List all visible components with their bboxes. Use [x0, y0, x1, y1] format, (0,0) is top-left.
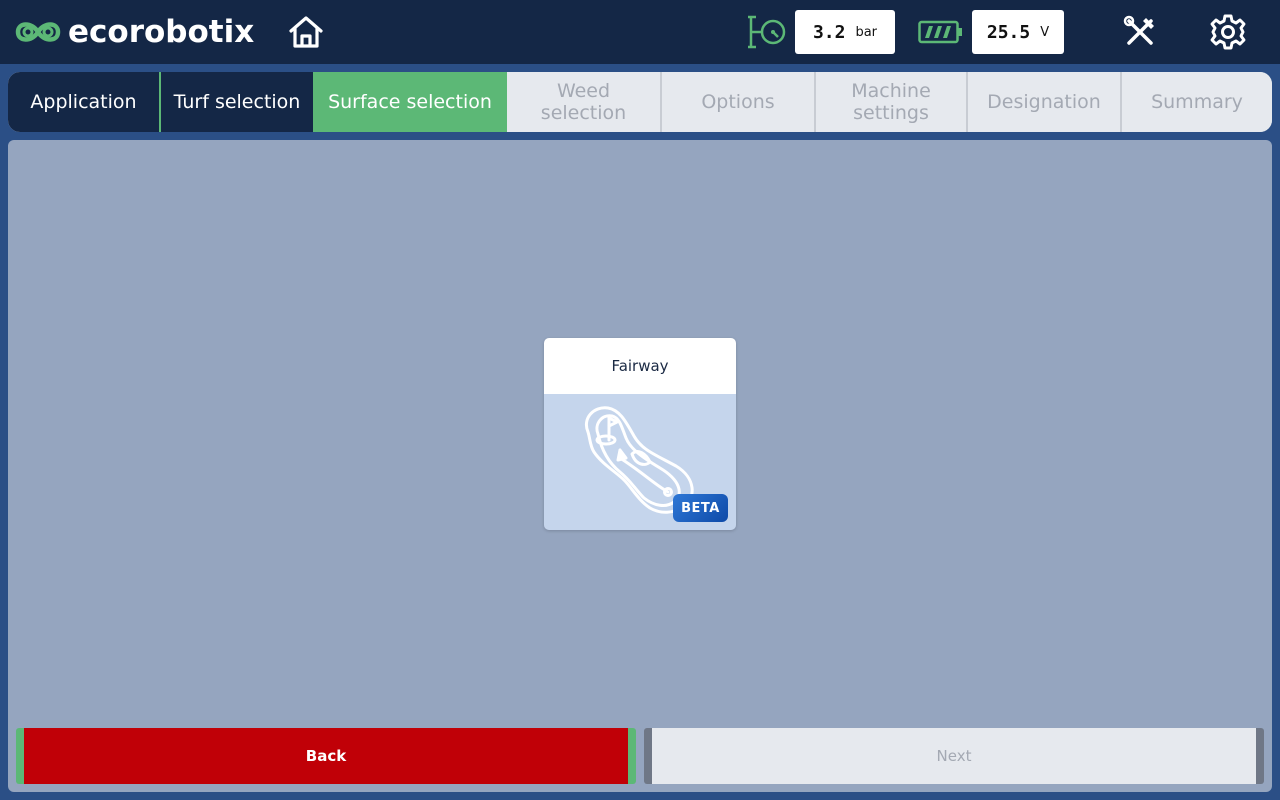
- tab-summary[interactable]: Summary: [1120, 72, 1272, 132]
- battery-icon: [918, 20, 962, 44]
- tab-label: Weed selection: [540, 80, 627, 124]
- surface-card-fairway[interactable]: Fairway BETA: [544, 338, 736, 530]
- home-button[interactable]: [286, 12, 326, 52]
- tools-icon: [1123, 15, 1154, 45]
- tab-options[interactable]: Options: [660, 72, 814, 132]
- tab-machine-settings[interactable]: Machine settings: [814, 72, 966, 132]
- settings-button[interactable]: [1208, 12, 1248, 52]
- tab-label: Summary: [1151, 91, 1243, 113]
- voltage-value: 25.5: [986, 21, 1031, 43]
- brand-name: ecorobotix: [68, 14, 255, 50]
- tab-label: Application: [30, 91, 137, 113]
- home-icon: [289, 16, 323, 48]
- gear-icon: [1210, 14, 1246, 50]
- next-button[interactable]: Next: [644, 728, 1264, 784]
- tab-weed-selection[interactable]: Weed selection: [507, 72, 660, 132]
- tab-label: Designation: [987, 91, 1101, 113]
- tab-designation[interactable]: Designation: [966, 72, 1120, 132]
- beta-badge: BETA: [673, 494, 728, 522]
- wizard-steps: Application Turf selection Surface selec…: [8, 72, 1272, 132]
- pressure-readout: 3.2 bar: [795, 10, 895, 54]
- top-bar: ecorobotix 3.2 bar 25.5 V: [0, 0, 1280, 64]
- tab-turf-selection[interactable]: Turf selection: [159, 72, 313, 132]
- back-button[interactable]: Back: [16, 728, 636, 784]
- surface-selection-panel: Fairway BETA: [8, 140, 1272, 792]
- tab-label: Turf selection: [173, 91, 301, 113]
- ecorobotix-logo-icon: [15, 22, 61, 42]
- voltage-readout: 25.5 V: [972, 10, 1064, 54]
- brand-logo: ecorobotix: [14, 12, 254, 52]
- tools-button[interactable]: [1122, 14, 1158, 50]
- tab-label: Machine settings: [851, 80, 931, 124]
- tab-label: Surface selection: [328, 91, 492, 113]
- tab-application[interactable]: Application: [8, 72, 159, 132]
- tab-surface-selection[interactable]: Surface selection: [313, 72, 507, 132]
- surface-card-image: BETA: [544, 394, 736, 530]
- pressure-value: 3.2: [812, 21, 846, 43]
- surface-card-title: Fairway: [544, 338, 736, 394]
- tab-label: Options: [701, 91, 775, 113]
- voltage-unit: V: [1040, 24, 1050, 40]
- pressure-gauge-icon: [748, 15, 786, 49]
- pressure-unit: bar: [855, 24, 878, 40]
